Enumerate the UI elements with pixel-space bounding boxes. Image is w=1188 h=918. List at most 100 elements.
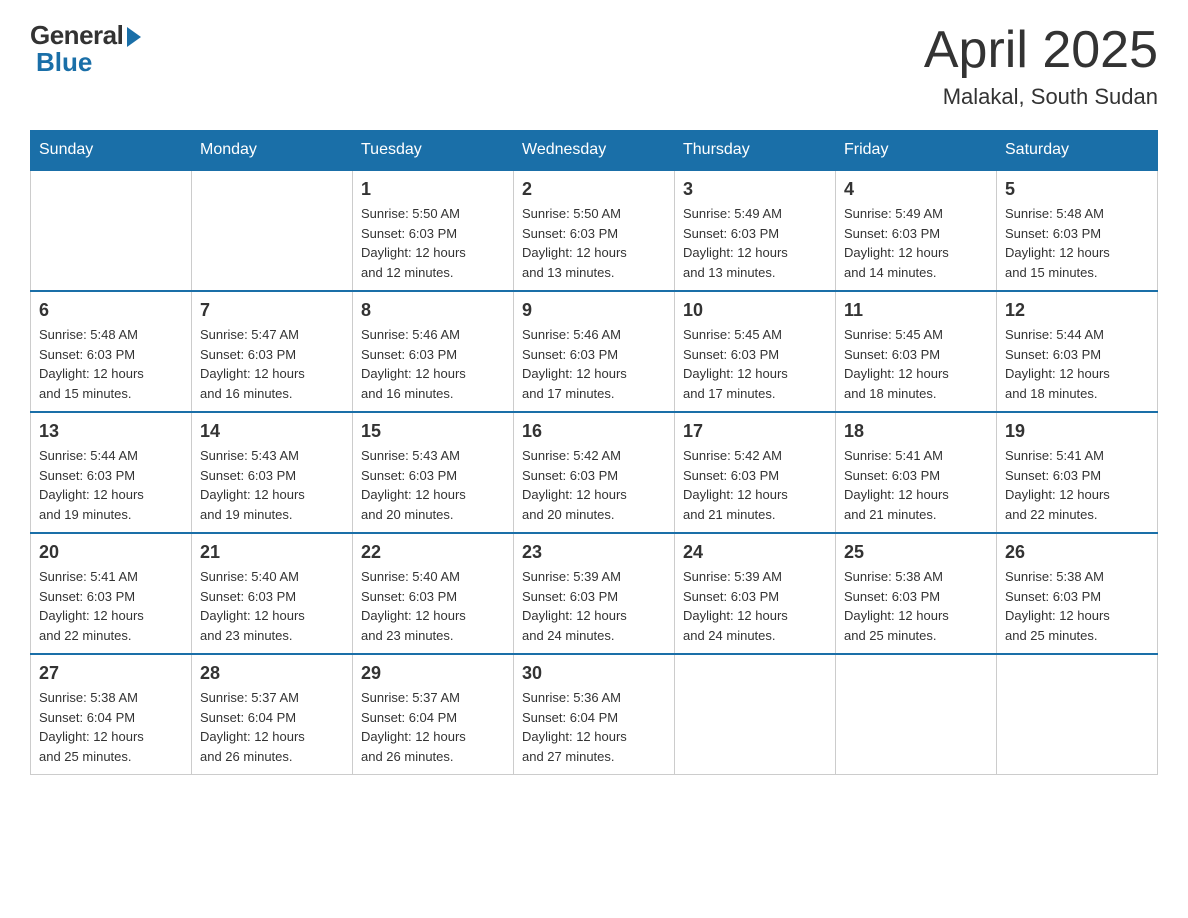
day-number: 25 — [844, 542, 988, 563]
calendar-cell: 17Sunrise: 5:42 AM Sunset: 6:03 PM Dayli… — [675, 412, 836, 533]
calendar-cell: 21Sunrise: 5:40 AM Sunset: 6:03 PM Dayli… — [192, 533, 353, 654]
logo-arrow-icon — [127, 27, 141, 47]
calendar-cell: 13 Sunrise: 5:44 AM Sunset: 6:03 PM Dayli… — [31, 412, 192, 533]
weekday-header-thursday: Thursday — [675, 131, 836, 171]
day-number: 20 — [39, 542, 183, 563]
calendar-cell: 10 Sunrise: 5:45 AM Sunset: 6:03 PM Dayli… — [675, 291, 836, 412]
day-info: Sunrise: 5:39 AM Sunset: 6:03 PM Dayligh… — [522, 567, 666, 645]
day-number: 19 — [1005, 421, 1149, 442]
day-info: Sunrise: 5:38 AM Sunset: 6:03 PM Dayligh… — [844, 567, 988, 645]
calendar-cell: 6 Sunrise: 5:48 AM Sunset: 6:03 PM Daylig… — [31, 291, 192, 412]
day-info: Sunrise: 5:44 AM Sunset: 6:03 PM Dayligh… — [39, 446, 183, 524]
day-number: 22 — [361, 542, 505, 563]
calendar-cell: 20 Sunrise: 5:41 AM Sunset: 6:03 PM Dayli… — [31, 533, 192, 654]
calendar-cell — [192, 170, 353, 291]
day-number: 5 — [1005, 179, 1149, 200]
day-number: 15 — [361, 421, 505, 442]
calendar-cell: 1 Sunrise: 5:50 AM Sunset: 6:03 PM Daylig… — [353, 170, 514, 291]
calendar-title: April 2025 — [924, 20, 1158, 80]
day-number: 3 — [683, 179, 827, 200]
weekday-header-tuesday: Tuesday — [353, 131, 514, 171]
day-info: Sunrise: 5:38 AM Sunset: 6:03 PM Dayligh… — [1005, 567, 1149, 645]
calendar-header: SundayMondayTuesdayWednesdayThursdayFrid… — [31, 131, 1158, 171]
calendar-cell — [997, 654, 1158, 775]
weekday-header-saturday: Saturday — [997, 131, 1158, 171]
calendar-cell: 27Sunrise: 5:38 AM Sunset: 6:04 PM Dayli… — [31, 654, 192, 775]
calendar-week-row: 13 Sunrise: 5:44 AM Sunset: 6:03 PM Dayli… — [31, 412, 1158, 533]
calendar-week-row: 1 Sunrise: 5:50 AM Sunset: 6:03 PM Daylig… — [31, 170, 1158, 291]
day-info: Sunrise: 5:41 AM Sunset: 6:03 PM Dayligh… — [844, 446, 988, 524]
calendar-cell: 12 Sunrise: 5:44 AM Sunset: 6:03 PM Dayli… — [997, 291, 1158, 412]
day-number: 23 — [522, 542, 666, 563]
day-number: 29 — [361, 663, 505, 684]
day-number: 24 — [683, 542, 827, 563]
weekday-header-sunday: Sunday — [31, 131, 192, 171]
calendar-cell: 19 Sunrise: 5:41 AM Sunset: 6:03 PM Dayli… — [997, 412, 1158, 533]
calendar-cell: 14 Sunrise: 5:43 AM Sunset: 6:03 PM Dayli… — [192, 412, 353, 533]
day-number: 14 — [200, 421, 344, 442]
weekday-header-friday: Friday — [836, 131, 997, 171]
day-info: Sunrise: 5:38 AM Sunset: 6:04 PM Dayligh… — [39, 688, 183, 766]
calendar-cell: 18Sunrise: 5:41 AM Sunset: 6:03 PM Dayli… — [836, 412, 997, 533]
calendar-cell — [31, 170, 192, 291]
day-info: Sunrise: 5:49 AM Sunset: 6:03 PM Dayligh… — [844, 204, 988, 282]
day-number: 26 — [1005, 542, 1149, 563]
page-header: General Blue April 2025 Malakal, South S… — [30, 20, 1158, 110]
day-info: Sunrise: 5:45 AM Sunset: 6:03 PM Dayligh… — [683, 325, 827, 403]
calendar-week-row: 6 Sunrise: 5:48 AM Sunset: 6:03 PM Daylig… — [31, 291, 1158, 412]
calendar-body: 1 Sunrise: 5:50 AM Sunset: 6:03 PM Daylig… — [31, 170, 1158, 775]
day-info: Sunrise: 5:36 AM Sunset: 6:04 PM Dayligh… — [522, 688, 666, 766]
day-info: Sunrise: 5:41 AM Sunset: 6:03 PM Dayligh… — [39, 567, 183, 645]
day-info: Sunrise: 5:44 AM Sunset: 6:03 PM Dayligh… — [1005, 325, 1149, 403]
calendar-cell: 3 Sunrise: 5:49 AM Sunset: 6:03 PM Daylig… — [675, 170, 836, 291]
day-number: 2 — [522, 179, 666, 200]
weekday-header-wednesday: Wednesday — [514, 131, 675, 171]
day-info: Sunrise: 5:47 AM Sunset: 6:03 PM Dayligh… — [200, 325, 344, 403]
day-number: 30 — [522, 663, 666, 684]
calendar-cell: 15Sunrise: 5:43 AM Sunset: 6:03 PM Dayli… — [353, 412, 514, 533]
day-number: 10 — [683, 300, 827, 321]
day-number: 4 — [844, 179, 988, 200]
day-number: 12 — [1005, 300, 1149, 321]
calendar-cell: 26 Sunrise: 5:38 AM Sunset: 6:03 PM Dayli… — [997, 533, 1158, 654]
day-number: 17 — [683, 421, 827, 442]
calendar-cell: 25 Sunrise: 5:38 AM Sunset: 6:03 PM Dayli… — [836, 533, 997, 654]
calendar-cell: 9Sunrise: 5:46 AM Sunset: 6:03 PM Daylig… — [514, 291, 675, 412]
calendar-cell — [675, 654, 836, 775]
day-info: Sunrise: 5:37 AM Sunset: 6:04 PM Dayligh… — [200, 688, 344, 766]
calendar-cell: 30 Sunrise: 5:36 AM Sunset: 6:04 PM Dayli… — [514, 654, 675, 775]
day-number: 28 — [200, 663, 344, 684]
day-number: 6 — [39, 300, 183, 321]
day-info: Sunrise: 5:50 AM Sunset: 6:03 PM Dayligh… — [522, 204, 666, 282]
day-number: 21 — [200, 542, 344, 563]
day-info: Sunrise: 5:45 AM Sunset: 6:03 PM Dayligh… — [844, 325, 988, 403]
calendar-cell: 11 Sunrise: 5:45 AM Sunset: 6:03 PM Dayli… — [836, 291, 997, 412]
calendar-cell: 28 Sunrise: 5:37 AM Sunset: 6:04 PM Dayli… — [192, 654, 353, 775]
calendar-cell: 4 Sunrise: 5:49 AM Sunset: 6:03 PM Daylig… — [836, 170, 997, 291]
day-info: Sunrise: 5:50 AM Sunset: 6:03 PM Dayligh… — [361, 204, 505, 282]
calendar-cell: 23 Sunrise: 5:39 AM Sunset: 6:03 PM Dayli… — [514, 533, 675, 654]
day-number: 11 — [844, 300, 988, 321]
calendar-cell: 16 Sunrise: 5:42 AM Sunset: 6:03 PM Dayli… — [514, 412, 675, 533]
day-number: 8 — [361, 300, 505, 321]
day-info: Sunrise: 5:37 AM Sunset: 6:04 PM Dayligh… — [361, 688, 505, 766]
day-info: Sunrise: 5:46 AM Sunset: 6:03 PM Dayligh… — [361, 325, 505, 403]
calendar-cell: 22 Sunrise: 5:40 AM Sunset: 6:03 PM Dayli… — [353, 533, 514, 654]
calendar-table: SundayMondayTuesdayWednesdayThursdayFrid… — [30, 130, 1158, 775]
day-info: Sunrise: 5:48 AM Sunset: 6:03 PM Dayligh… — [1005, 204, 1149, 282]
day-info: Sunrise: 5:48 AM Sunset: 6:03 PM Dayligh… — [39, 325, 183, 403]
day-info: Sunrise: 5:43 AM Sunset: 6:03 PM Dayligh… — [200, 446, 344, 524]
calendar-cell — [836, 654, 997, 775]
calendar-cell: 2 Sunrise: 5:50 AM Sunset: 6:03 PM Daylig… — [514, 170, 675, 291]
day-info: Sunrise: 5:40 AM Sunset: 6:03 PM Dayligh… — [361, 567, 505, 645]
day-number: 1 — [361, 179, 505, 200]
calendar-cell: 7Sunrise: 5:47 AM Sunset: 6:03 PM Daylig… — [192, 291, 353, 412]
day-number: 16 — [522, 421, 666, 442]
day-number: 13 — [39, 421, 183, 442]
calendar-subtitle: Malakal, South Sudan — [924, 84, 1158, 110]
day-info: Sunrise: 5:42 AM Sunset: 6:03 PM Dayligh… — [522, 446, 666, 524]
calendar-cell: 8 Sunrise: 5:46 AM Sunset: 6:03 PM Daylig… — [353, 291, 514, 412]
day-info: Sunrise: 5:41 AM Sunset: 6:03 PM Dayligh… — [1005, 446, 1149, 524]
title-block: April 2025 Malakal, South Sudan — [924, 20, 1158, 110]
day-info: Sunrise: 5:49 AM Sunset: 6:03 PM Dayligh… — [683, 204, 827, 282]
